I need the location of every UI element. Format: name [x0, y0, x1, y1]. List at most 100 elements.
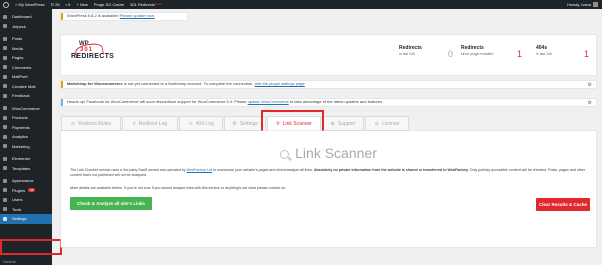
- sidebar-item-payments[interactable]: Payments: [0, 123, 52, 133]
- settings-icon: [3, 216, 7, 221]
- new-content-menu[interactable]: + New: [73, 0, 90, 9]
- creative-mail-icon: [3, 84, 7, 89]
- sidebar-item-label: Plugins: [12, 187, 26, 193]
- webfactory-link[interactable]: WebFactory Ltd: [187, 168, 212, 172]
- sidebar-item-posts[interactable]: Posts: [0, 34, 52, 44]
- sidebar-item-label: Dashboard: [12, 14, 32, 20]
- redirect-icon: ⊙: [71, 120, 76, 127]
- sidebar-item-appearance[interactable]: Appearance: [0, 176, 52, 186]
- plugins-icon: [3, 188, 7, 193]
- products-icon: [3, 115, 7, 120]
- page-title: Link Scanner: [61, 145, 596, 161]
- sidebar-item-creative-mail[interactable]: Creative Mail: [0, 82, 52, 92]
- tools-icon: [3, 207, 7, 212]
- sidebar-item-marketing[interactable]: Marketing: [0, 142, 52, 152]
- updates-link[interactable]: ↻ 26: [48, 0, 63, 9]
- sidebar-item-woocommerce[interactable]: WooCommerce: [0, 104, 52, 114]
- log-icon: ≡: [132, 120, 136, 127]
- admin-sidebar: Dashboard Jetpack Posts Media Pages Comments M…: [0, 9, 62, 265]
- license-icon: ⊖: [374, 120, 379, 127]
- plugins-update-badge: 24: [28, 188, 36, 193]
- sidebar-item-products[interactable]: Products: [0, 113, 52, 123]
- sidebar-item-label: MailPoet: [12, 74, 28, 80]
- sidebar-item-pages[interactable]: Pages: [0, 53, 52, 63]
- sidebar-item-label: Tools: [12, 206, 22, 212]
- templates-icon: [3, 166, 7, 171]
- clear-results-button[interactable]: Clear Results & Cache: [536, 198, 590, 211]
- sidebar-item-label: Jetpack: [12, 23, 26, 29]
- stat-404s-24h-value: 1: [584, 49, 590, 59]
- appearance-icon: [3, 178, 7, 183]
- sidebar-item-label: Products: [12, 115, 28, 121]
- 404-icon: ⚠: [188, 120, 193, 127]
- wp-logo-menu[interactable]: [0, 1, 12, 8]
- dashboard-icon: [3, 14, 7, 19]
- woocommerce-icon: [3, 106, 7, 111]
- gear-icon[interactable]: ⚙: [588, 100, 592, 106]
- sidebar-item-jetpack[interactable]: Jetpack: [0, 22, 52, 32]
- stat-404s-24h: 404s in last 24h: [536, 45, 552, 56]
- analyze-links-button[interactable]: Check & Analyze all site's Links: [70, 197, 152, 210]
- payments-icon: [3, 125, 7, 130]
- update-notice: WordPress 5.8.2 is available! Please upd…: [61, 13, 187, 20]
- tab-redirect-rules[interactable]: ⊙ Redirect Rules: [61, 116, 121, 131]
- elementor-icon: [3, 156, 7, 161]
- sidebar-item-label: Users: [12, 197, 23, 203]
- scanner-description: The Link Checker service uses a 3rd part…: [70, 168, 586, 177]
- sidebar-item-label: Media: [12, 45, 23, 51]
- search-icon: [280, 149, 290, 159]
- page-icon: [3, 55, 7, 60]
- sidebar-item-label: Payments: [12, 124, 30, 130]
- redirects-menu[interactable]: 301 Redirects NEW: [127, 0, 165, 9]
- collapse-menu-label[interactable]: General: [3, 259, 15, 265]
- sidebar-item-mailpoet[interactable]: MailPoet: [0, 72, 52, 82]
- sidebar-item-media[interactable]: Media: [0, 44, 52, 54]
- support-icon: ⊕: [330, 120, 335, 127]
- tab-license[interactable]: ⊖ License: [365, 116, 409, 131]
- analytics-icon: [3, 134, 7, 139]
- jetpack-icon: [3, 24, 7, 29]
- feedback-icon: [3, 93, 7, 98]
- tab-support[interactable]: ⊕ Support: [322, 116, 364, 131]
- sidebar-item-feedback[interactable]: Feedback: [0, 91, 52, 101]
- sidebar-item-label: Analytics: [12, 134, 29, 140]
- wordpress-icon: [3, 1, 9, 8]
- sidebar-item-settings[interactable]: Settings: [0, 214, 52, 224]
- link-scanner-panel: Link Scanner The Link Checker service us…: [61, 131, 596, 247]
- sidebar-item-elementor[interactable]: Elementor: [0, 154, 52, 164]
- account-menu[interactable]: Howdy, Ivana: [564, 0, 602, 9]
- tab-404-log[interactable]: ⚠ 404 Log: [179, 116, 223, 131]
- sidebar-item-tools[interactable]: Tools: [0, 205, 52, 215]
- sidebar-item-analytics[interactable]: Analytics: [0, 132, 52, 142]
- stat-redirects-24h-value: 0: [448, 49, 454, 59]
- scanner-details-text: More details are available before. If yo…: [70, 186, 286, 190]
- gear-icon[interactable]: ⚙: [588, 82, 592, 88]
- stat-redirects-total: Redirects since plugin installed: [461, 45, 494, 56]
- purge-cache-link[interactable]: Purge SG Cache: [91, 0, 127, 9]
- sidebar-item-label: Settings: [12, 216, 27, 222]
- update-woocommerce-link[interactable]: update WooCommerce: [248, 99, 289, 104]
- plugin-tabs: ⊙ Redirect Rules ≡ Redirect Log ⚠ 404 Log ⚙…: [61, 112, 596, 132]
- sidebar-item-label: Feedback: [12, 93, 30, 99]
- comments-link[interactable]: ▪ 0: [63, 0, 74, 9]
- 301-redirects-logo: WP 301 REDIRECTS: [71, 41, 115, 60]
- mailchimp-settings-link[interactable]: visit the plugin settings page: [255, 81, 305, 86]
- tab-redirect-log[interactable]: ≡ Redirect Log: [122, 116, 178, 131]
- gear-icon: ⚙: [232, 120, 237, 127]
- tab-settings[interactable]: ⚙ Settings: [224, 116, 266, 131]
- sidebar-item-label: Comments: [12, 64, 32, 70]
- sidebar-item-plugins[interactable]: Plugins 24: [0, 186, 52, 196]
- sidebar-item-dashboard[interactable]: Dashboard: [0, 12, 52, 22]
- sidebar-item-users[interactable]: Users: [0, 195, 52, 205]
- main-content: WordPress 5.8.2 is available! Please upd…: [52, 9, 602, 265]
- sidebar-item-templates[interactable]: Templates: [0, 164, 52, 174]
- mailchimp-notice: Mailchimp for Woocommerce is not yet con…: [61, 81, 596, 88]
- site-name-link[interactable]: ⌂ My WordPress: [12, 0, 48, 9]
- sidebar-item-comments[interactable]: Comments: [0, 63, 52, 73]
- stat-redirects-24h: Redirects in last 24h: [399, 45, 422, 56]
- sidebar-item-label: Elementor: [12, 156, 31, 162]
- facebook-notice: Heads up! Facebook for WooCommerce will …: [61, 99, 596, 106]
- media-icon: [3, 46, 7, 51]
- sidebar-item-label: WooCommerce: [12, 105, 40, 111]
- update-now-link[interactable]: Please update now.: [120, 13, 155, 18]
